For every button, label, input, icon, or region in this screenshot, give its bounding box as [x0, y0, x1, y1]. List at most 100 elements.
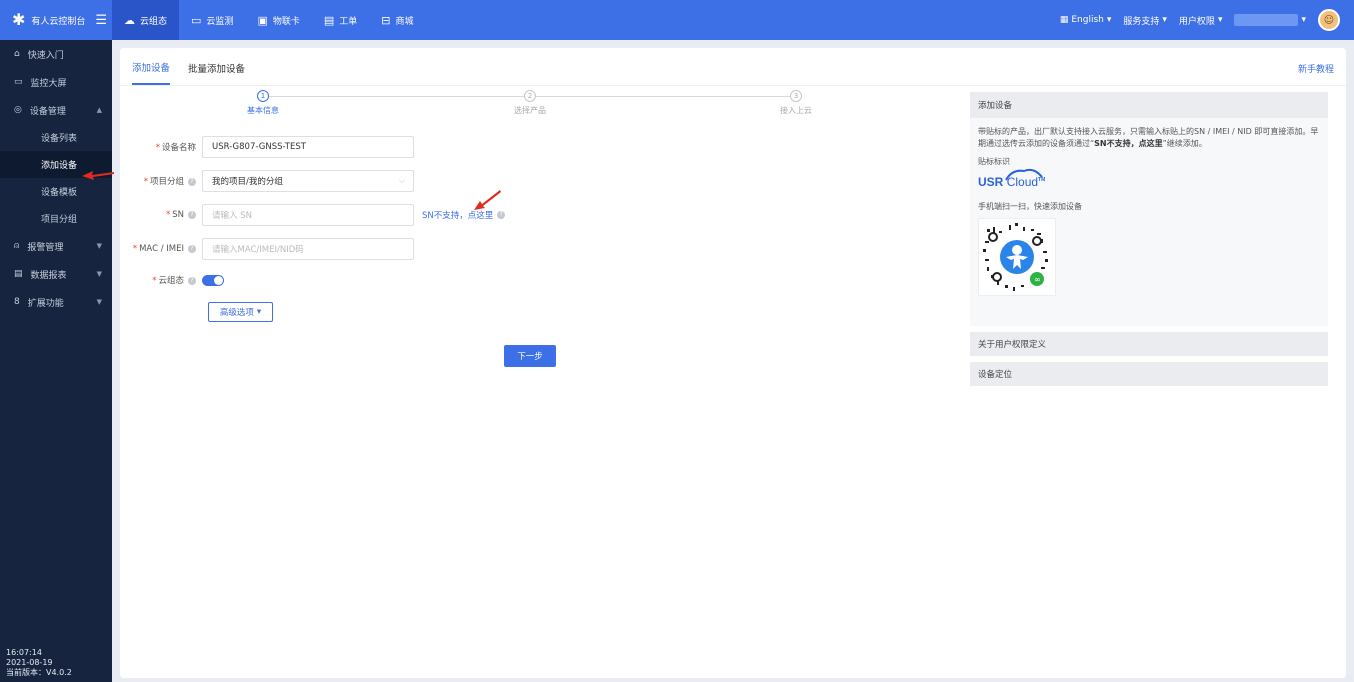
top-nav-iot-card[interactable]: ▣ 物联卡: [245, 0, 311, 40]
caret-down-icon: ▾: [1301, 15, 1306, 25]
service-support-menu[interactable]: 服务支持 ▾: [1123, 14, 1167, 27]
project-group-label: * 项目分组?: [120, 175, 202, 187]
redacted-username: [1234, 14, 1299, 26]
sidebar-subitem-project-group[interactable]: 项目分组: [0, 205, 112, 232]
caret-down-icon: ▾: [1217, 15, 1223, 25]
cloud-config-toggle[interactable]: [202, 274, 224, 286]
sidebar-item-label: 报警管理: [27, 242, 64, 253]
caret-down-icon: ▼: [96, 270, 102, 278]
step-label: 接入上云: [780, 106, 812, 115]
info-description: 带贴标的产品，出厂默认支持接入云服务，只需输入标贴上的SN / IMEI / N…: [978, 127, 1319, 148]
top-nav-label: 商城: [395, 16, 414, 27]
brand-title: 有人云控制台: [31, 16, 86, 27]
language-selector[interactable]: ▦ English ▾: [1060, 15, 1112, 25]
service-support-label: 服务支持: [1123, 16, 1160, 27]
ticket-icon: ▤: [323, 13, 335, 27]
sim-card-icon: ▣: [257, 13, 268, 27]
tutorial-link[interactable]: 新手教程: [1298, 62, 1334, 75]
shop-icon: ⊟: [381, 13, 391, 27]
help-icon[interactable]: ?: [188, 276, 196, 285]
screen-icon: ▭: [14, 77, 23, 87]
sidebar-footer: 16:07:14 2021-08-19 当前版本：V4.0.2: [6, 648, 72, 678]
step-number: 2: [524, 90, 536, 102]
project-group-value: 我的项目/我的分组: [212, 177, 283, 187]
info-panel: 添加设备 带贴标的产品，出厂默认支持接入云服务，只需输入标贴上的SN / IME…: [970, 92, 1328, 386]
sidebar-item-quick-start[interactable]: ⌂ 快速入门: [0, 40, 112, 68]
form-row-project-group: * 项目分组? 我的项目/我的分组 ⌵: [120, 170, 414, 192]
sn-input[interactable]: 请输入 SN: [202, 204, 414, 226]
form-row-cloud-config: * 云组态?: [120, 274, 224, 286]
step-connector: [536, 96, 791, 97]
info-title: 添加设备: [970, 92, 1328, 118]
help-icon[interactable]: ?: [188, 210, 196, 219]
caret-down-icon: ▾: [256, 307, 262, 317]
next-step-button[interactable]: 下一步: [504, 345, 556, 367]
step-select-product: 2 选择产品: [490, 90, 570, 116]
home-icon: ⌂: [14, 49, 20, 59]
user-permissions-menu[interactable]: 用户权限 ▾: [1179, 14, 1223, 27]
annotation-arrow-sidebar: [82, 171, 114, 180]
project-group-select[interactable]: 我的项目/我的分组 ⌵: [202, 170, 414, 192]
caret-down-icon: ▼: [96, 298, 102, 306]
top-nav: ☁ 云组态 ▭ 云监测 ▣ 物联卡 ▤ 工单 ⊟ 商城: [112, 0, 426, 40]
top-nav-label: 云监测: [206, 16, 234, 27]
sidebar-item-device-management[interactable]: ◎ 设备管理 ▲: [0, 96, 112, 124]
device-icon: ◎: [14, 105, 22, 115]
form-row-sn: * SN? 请输入 SN SN不支持，点这里 ?: [120, 204, 506, 226]
avatar[interactable]: ☺: [1318, 9, 1340, 31]
sidebar-item-dashboard[interactable]: ▭ 监控大屏: [0, 68, 112, 96]
extension-icon: 8: [14, 297, 20, 307]
top-nav-cloud-monitor[interactable]: ▭ 云监测: [179, 0, 245, 40]
sidebar-item-report[interactable]: ▤ 数据报表 ▼: [0, 260, 112, 288]
usr-logo-icon: ✱: [12, 10, 26, 29]
user-account-menu[interactable]: ▾: [1234, 14, 1306, 26]
sn-label: * SN?: [120, 210, 202, 220]
language-icon: ▦: [1059, 15, 1069, 25]
help-icon[interactable]: ?: [188, 177, 196, 186]
advanced-options-button[interactable]: 高级选项 ▾: [208, 302, 273, 322]
tag-label: 贴标标识: [978, 157, 1010, 166]
caret-down-icon: ▾: [1162, 15, 1167, 25]
cloud-icon: ☁: [124, 13, 135, 27]
cloud-arc-icon: [1005, 168, 1043, 181]
device-name-input[interactable]: USR-G807-GNSS-TEST: [202, 136, 414, 158]
top-nav-shop[interactable]: ⊟ 商城: [369, 0, 425, 40]
sidebar: ⌂ 快速入门 ▭ 监控大屏 ◎ 设备管理 ▲ 设备列表 添加设备 设备模板 项目…: [0, 40, 112, 682]
help-icon[interactable]: ?: [188, 244, 196, 253]
help-icon[interactable]: ?: [497, 211, 506, 219]
user-permissions-label: 用户权限: [1178, 16, 1215, 27]
step-label: 选择产品: [514, 106, 546, 115]
tab-batch-add-device[interactable]: 批量添加设备: [188, 61, 245, 85]
sidebar-subitem-device-template[interactable]: 设备模板: [0, 178, 112, 205]
top-nav-cloud-config[interactable]: ☁ 云组态: [112, 0, 180, 40]
brand[interactable]: ✱ 有人云控制台 ☰: [0, 0, 112, 40]
sidebar-subitem-device-list[interactable]: 设备列表: [0, 124, 112, 151]
info-body: 带贴标的产品，出厂默认支持接入云服务，只需输入标贴上的SN / IMEI / N…: [970, 118, 1328, 326]
info-section-user-permissions[interactable]: 关于用户权限定义: [970, 332, 1328, 356]
advanced-options-label: 高级选项: [219, 308, 254, 318]
step-connect-cloud: 3 接入上云: [756, 90, 836, 116]
cloud-config-label: * 云组态?: [120, 274, 202, 286]
clock-date: 2021-08-19: [6, 658, 53, 667]
device-name-label: * 设备名称: [155, 143, 196, 153]
top-nav-label: 云组态: [140, 16, 168, 27]
sidebar-item-alarm[interactable]: ⍝ 报警管理 ▼: [0, 232, 112, 260]
sidebar-item-label: 数据报表: [30, 270, 67, 281]
caret-down-icon: ▾: [1106, 15, 1112, 25]
sidebar-item-label: 快速入门: [27, 50, 64, 61]
top-right-menu: ▦ English ▾ 服务支持 ▾ 用户权限 ▾ ▾ ☺: [1060, 9, 1354, 31]
version-text: 当前版本：V4.0.2: [6, 668, 72, 677]
language-label: English: [1071, 15, 1104, 25]
step-number: 1: [257, 90, 269, 102]
bell-icon: ⍝: [14, 241, 20, 251]
step-number: 3: [790, 90, 802, 102]
info-section-device-location[interactable]: 设备定位: [970, 362, 1328, 386]
form-row-mac-imei: * MAC / IMEI? 请输入MAC/IMEI/NID码: [120, 238, 414, 260]
sidebar-item-label: 设备管理: [29, 106, 66, 117]
tab-add-device[interactable]: 添加设备: [132, 60, 171, 85]
top-nav-ticket[interactable]: ▤ 工单: [312, 0, 369, 40]
menu-toggle-icon[interactable]: ☰: [95, 13, 107, 28]
sidebar-item-extension[interactable]: 8 扩展功能 ▼: [0, 288, 112, 316]
usr-cloud-logo: USR CloudTM: [978, 168, 1320, 195]
mac-imei-input[interactable]: 请输入MAC/IMEI/NID码: [202, 238, 414, 260]
